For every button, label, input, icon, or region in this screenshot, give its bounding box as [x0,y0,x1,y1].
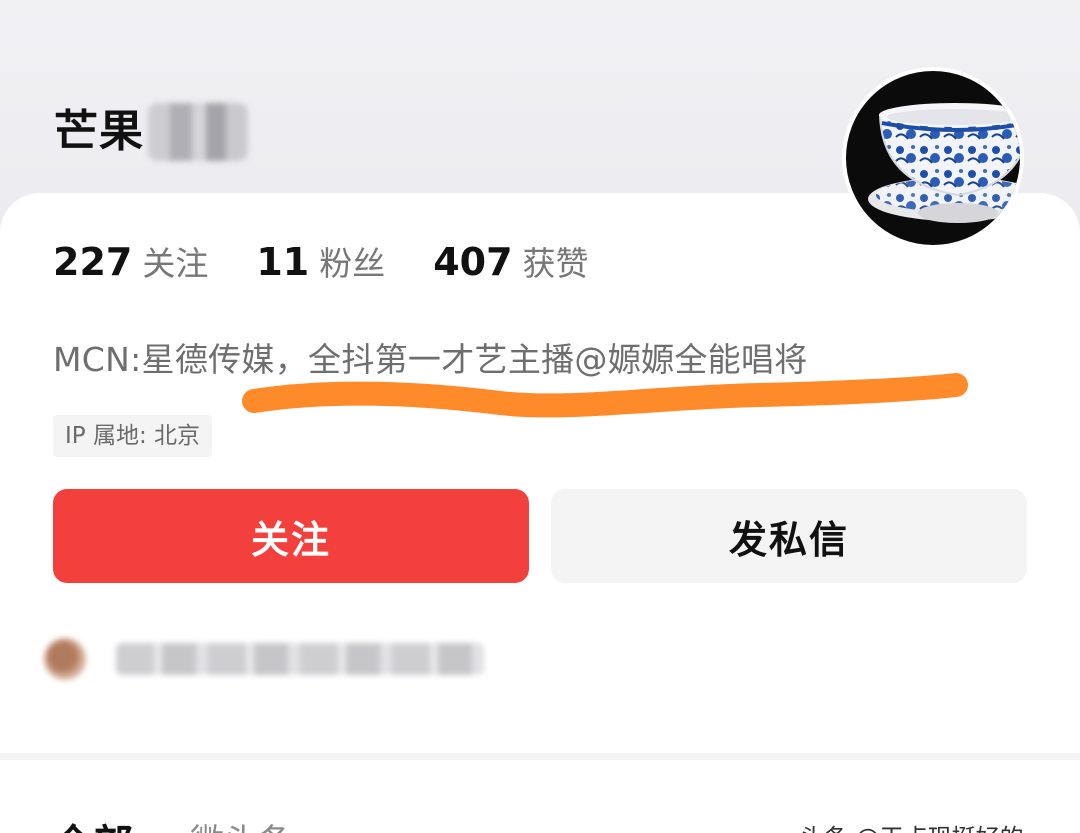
redacted-text [116,643,484,675]
stat-value: 227 [53,240,133,284]
stat-followers[interactable]: 11 粉丝 [256,237,385,285]
stat-label: 获赞 [522,244,589,283]
stats-row: 227 关注 11 粉丝 407 获赞 [53,237,637,285]
tab-weitoutiao[interactable]: 微头条 [190,814,292,833]
orange-highlight-underline [242,373,968,418]
stat-following[interactable]: 227 关注 [53,237,208,285]
stat-value: 11 [256,240,310,284]
ip-location-tag: IP 属地: 北京 [53,415,213,457]
follow-button[interactable]: 关注 [53,489,529,583]
stat-label: 关注 [142,244,209,283]
username-row: 芒果 [54,100,248,164]
stat-value: 407 [433,240,513,284]
username-redacted-blur [148,103,248,161]
profile-card: 227 关注 11 粉丝 407 获赞 MCN:星德传媒，全抖第一才艺主播@嫄嫄… [0,193,1080,753]
tab-all[interactable]: 全部 [53,812,133,833]
avatar[interactable] [842,67,1024,249]
username: 芒果 [54,106,144,157]
porcelain-cup-image [868,103,1020,223]
redacted-avatar [44,638,86,680]
watermark: 头条 @干点现挺好的 [800,818,1024,833]
send-message-button[interactable]: 发私信 [551,489,1027,583]
stat-label: 粉丝 [319,244,386,283]
redacted-info-row [44,637,484,681]
content-tabs: 全部 微头条 头条 @干点现挺好的 [0,760,1080,833]
stat-likes[interactable]: 407 获赞 [433,237,588,285]
